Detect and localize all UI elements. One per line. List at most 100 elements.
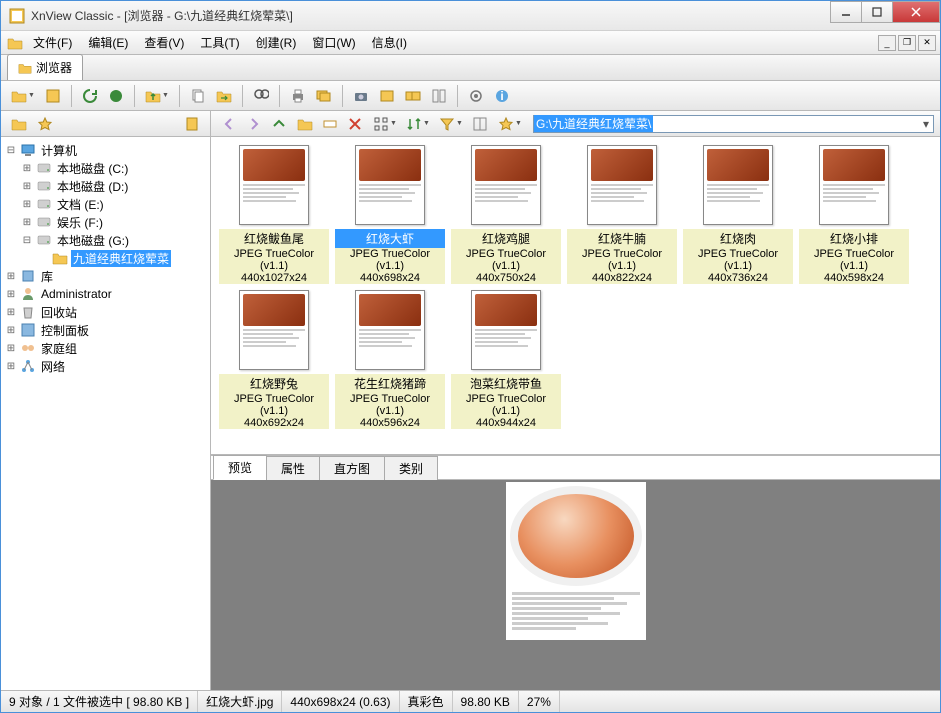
about-button[interactable]: i bbox=[490, 84, 514, 108]
preview-body[interactable] bbox=[211, 480, 940, 690]
tree-node-folder[interactable]: 九道经典红烧荤菜 bbox=[37, 249, 210, 267]
address-dropdown-icon[interactable]: ▾ bbox=[919, 117, 933, 131]
bookmark-button[interactable]: ▼ bbox=[494, 112, 526, 136]
thumbnail-item[interactable]: 红烧鸡腿JPEG TrueColor (v1.1)440x750x24 bbox=[451, 145, 561, 284]
preview-tab-properties[interactable]: 属性 bbox=[266, 456, 320, 480]
stop-button[interactable] bbox=[104, 84, 128, 108]
tree-node-other[interactable]: ⊞家庭组 bbox=[5, 339, 210, 357]
thumbnail-dim: 440x596x24 bbox=[335, 417, 445, 429]
address-text: G:\九道经典红烧荤菜\ bbox=[534, 115, 653, 132]
tab-browser[interactable]: 浏览器 bbox=[7, 54, 83, 80]
menu-window[interactable]: 窗口(W) bbox=[304, 32, 363, 53]
tree-node-other[interactable]: ⊞回收站 bbox=[5, 303, 210, 321]
tree-node-other[interactable]: ⊞库 bbox=[5, 267, 210, 285]
menu-view[interactable]: 查看(V) bbox=[136, 32, 192, 53]
acquire-button[interactable] bbox=[349, 84, 373, 108]
tree-node-other[interactable]: ⊞网络 bbox=[5, 357, 210, 375]
view-mode-button[interactable]: ▼ bbox=[369, 112, 401, 136]
menu-create[interactable]: 创建(R) bbox=[248, 32, 305, 53]
thumbnail-meta: JPEG TrueColor (v1.1) bbox=[335, 248, 445, 272]
layout-button[interactable] bbox=[468, 112, 492, 136]
menubar: 文件(F) 编辑(E) 查看(V) 工具(T) 创建(R) 窗口(W) 信息(I… bbox=[1, 31, 940, 55]
convert-button[interactable] bbox=[375, 84, 399, 108]
folder-tree[interactable]: ⊟ 计算机 ⊞本地磁盘 (C:)⊞本地磁盘 (D:)⊞文档 (E:)⊞娱乐 (F… bbox=[1, 137, 211, 690]
thumbnail-item[interactable]: 花生红烧猪蹄JPEG TrueColor (v1.1)440x596x24 bbox=[335, 290, 445, 429]
thumbnail-image bbox=[471, 145, 541, 225]
tree-node-drive[interactable]: ⊞本地磁盘 (C:) bbox=[21, 159, 210, 177]
status-zoom: 27% bbox=[519, 691, 560, 712]
nav-back-button[interactable] bbox=[217, 112, 241, 136]
preview-tab-categories[interactable]: 类别 bbox=[384, 456, 438, 480]
thumbnail-item[interactable]: 红烧大虾JPEG TrueColor (v1.1)440x698x24 bbox=[335, 145, 445, 284]
tree-node-drive[interactable]: ⊟本地磁盘 (G:) bbox=[21, 231, 210, 249]
thumbnail-item[interactable]: 红烧牛腩JPEG TrueColor (v1.1)440x822x24 bbox=[567, 145, 677, 284]
preview-tab-histogram[interactable]: 直方图 bbox=[319, 456, 385, 480]
status-colormode: 真彩色 bbox=[400, 691, 453, 712]
delete-button[interactable] bbox=[343, 112, 367, 136]
refresh-button[interactable] bbox=[78, 84, 102, 108]
filter-button[interactable]: ▼ bbox=[435, 112, 467, 136]
thumbnail-meta: JPEG TrueColor (v1.1) bbox=[799, 248, 909, 272]
rename-button[interactable] bbox=[318, 112, 342, 136]
mdi-restore-button[interactable]: ❐ bbox=[898, 35, 916, 51]
book-button[interactable] bbox=[180, 112, 204, 136]
nav-up-button[interactable] bbox=[267, 112, 291, 136]
disk-icon bbox=[36, 178, 52, 194]
tree-node-drive[interactable]: ⊞文档 (E:) bbox=[21, 195, 210, 213]
app-icon bbox=[9, 8, 25, 24]
move-button[interactable] bbox=[212, 84, 236, 108]
thumbnail-name: 红烧鸡腿 bbox=[451, 229, 561, 248]
settings-button[interactable] bbox=[464, 84, 488, 108]
print-button[interactable] bbox=[286, 84, 310, 108]
tree-node-computer[interactable]: ⊟ 计算机 bbox=[5, 141, 210, 159]
preview-tab-preview[interactable]: 预览 bbox=[213, 455, 267, 480]
thumbnail-item[interactable]: 泡菜红烧带鱼JPEG TrueColor (v1.1)440x944x24 bbox=[451, 290, 561, 429]
up-folder-button[interactable]: ▼ bbox=[141, 84, 173, 108]
menu-file[interactable]: 文件(F) bbox=[25, 32, 80, 53]
fav-folders-button[interactable] bbox=[7, 112, 31, 136]
tree-node-drive[interactable]: ⊞本地磁盘 (D:) bbox=[21, 177, 210, 195]
open-button[interactable]: ▼ bbox=[7, 84, 39, 108]
fullscreen-button[interactable] bbox=[41, 84, 65, 108]
main-toolbar: ▼ ▼ i bbox=[1, 81, 940, 111]
nav-toolbar: ▼ ▼ ▼ ▼ G:\九道经典红烧荤菜\ ▾ bbox=[1, 111, 940, 137]
batch-button[interactable] bbox=[401, 84, 425, 108]
slideshow-button[interactable] bbox=[312, 84, 336, 108]
nav-forward-button[interactable] bbox=[242, 112, 266, 136]
computer-icon bbox=[20, 142, 36, 158]
thumbnail-name: 红烧肉 bbox=[683, 229, 793, 248]
thumbnail-item[interactable]: 红烧鲅鱼尾JPEG TrueColor (v1.1)440x1027x24 bbox=[219, 145, 329, 284]
search-button[interactable] bbox=[249, 84, 273, 108]
compare-button[interactable] bbox=[427, 84, 451, 108]
thumbnail-dim: 440x1027x24 bbox=[219, 272, 329, 284]
disk-icon bbox=[36, 160, 52, 176]
sort-button[interactable]: ▼ bbox=[402, 112, 434, 136]
tree-node-other[interactable]: ⊞Administrator bbox=[5, 285, 210, 303]
close-button[interactable] bbox=[892, 1, 940, 23]
menu-info[interactable]: 信息(I) bbox=[364, 32, 415, 53]
tree-node-other[interactable]: ⊞控制面板 bbox=[5, 321, 210, 339]
thumbnail-name: 红烧野兔 bbox=[219, 374, 329, 393]
address-bar[interactable]: G:\九道经典红烧荤菜\ ▾ bbox=[533, 115, 934, 133]
new-folder-button[interactable] bbox=[293, 112, 317, 136]
thumbnail-image bbox=[819, 145, 889, 225]
thumbnail-item[interactable]: 红烧肉JPEG TrueColor (v1.1)440x736x24 bbox=[683, 145, 793, 284]
menu-edit[interactable]: 编辑(E) bbox=[80, 32, 136, 53]
mdi-close-button[interactable]: ✕ bbox=[918, 35, 936, 51]
maximize-button[interactable] bbox=[861, 1, 893, 23]
thumbnail-grid[interactable]: 红烧鲅鱼尾JPEG TrueColor (v1.1)440x1027x24红烧大… bbox=[211, 137, 940, 456]
preview-tabs: 预览 属性 直方图 类别 bbox=[211, 456, 940, 480]
thumbnail-name: 花生红烧猪蹄 bbox=[335, 374, 445, 393]
menu-tools[interactable]: 工具(T) bbox=[192, 32, 247, 53]
thumbnail-meta: JPEG TrueColor (v1.1) bbox=[219, 393, 329, 417]
copy-button[interactable] bbox=[186, 84, 210, 108]
mdi-minimize-button[interactable]: _ bbox=[878, 35, 896, 51]
status-filename: 红烧大虾.jpg bbox=[198, 691, 282, 712]
fav-button[interactable] bbox=[33, 112, 57, 136]
tree-node-drive[interactable]: ⊞娱乐 (F:) bbox=[21, 213, 210, 231]
minimize-button[interactable] bbox=[830, 1, 862, 23]
thumbnail-item[interactable]: 红烧野兔JPEG TrueColor (v1.1)440x692x24 bbox=[219, 290, 329, 429]
thumbnail-image bbox=[587, 145, 657, 225]
thumbnail-item[interactable]: 红烧小排JPEG TrueColor (v1.1)440x598x24 bbox=[799, 145, 909, 284]
menu-icon bbox=[5, 35, 25, 51]
